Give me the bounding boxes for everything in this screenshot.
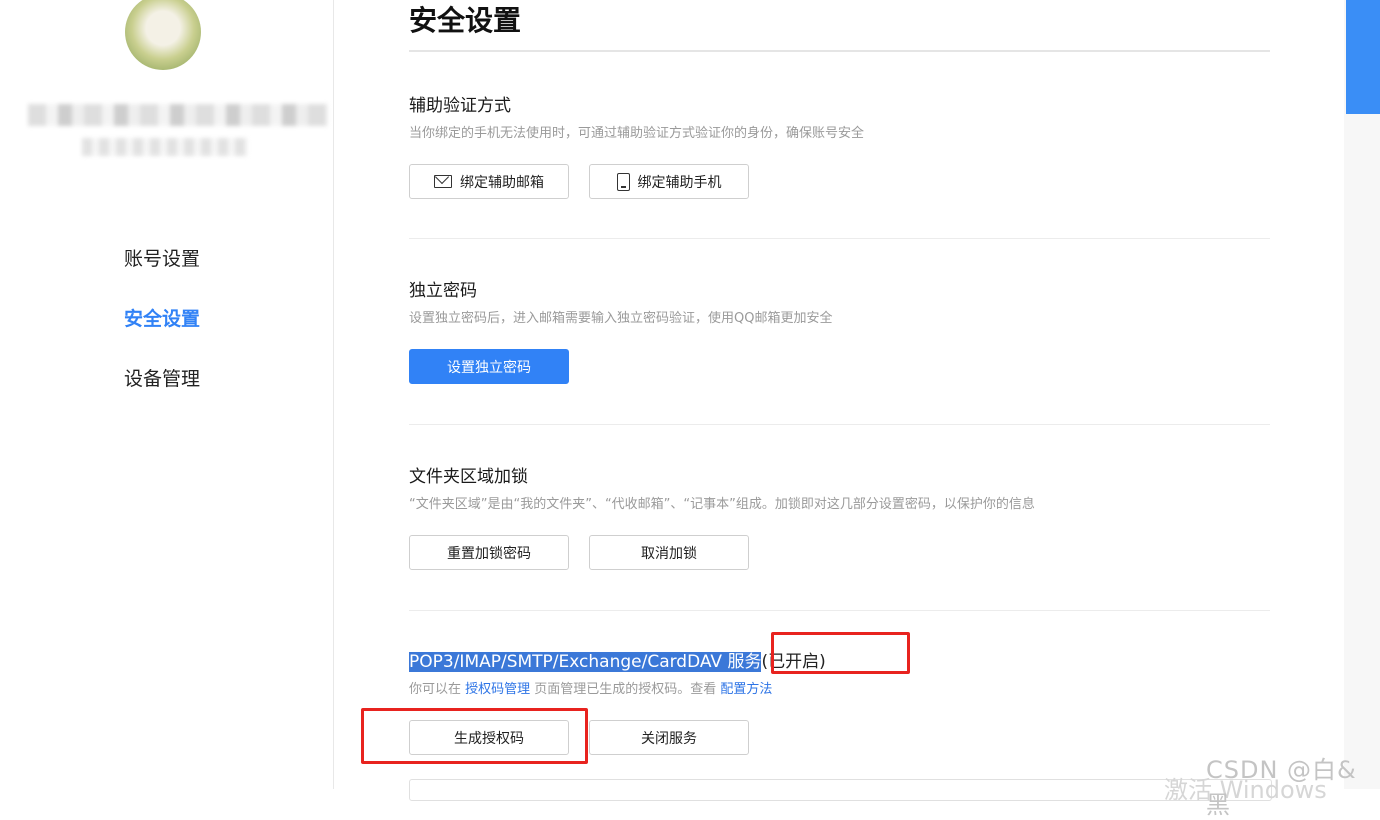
bind-aux-phone-button[interactable]: 绑定辅助手机	[589, 164, 749, 199]
desc-text: 页面管理已生成的授权码。查看	[530, 682, 721, 697]
section-aux-verification: 辅助验证方式 当你绑定的手机无法使用时，可通过辅助验证方式验证你的身份，确保账号…	[409, 52, 1270, 239]
section-title: 辅助验证方式	[409, 96, 511, 116]
section-independent-password: 独立密码 设置独立密码后，进入邮箱需要输入独立密码验证，使用QQ邮箱更加安全 设…	[409, 239, 1270, 425]
mail-icon	[434, 175, 452, 188]
phone-icon	[616, 172, 630, 191]
bind-aux-email-button[interactable]: 绑定辅助邮箱	[409, 164, 569, 199]
sidebar-item-security-settings[interactable]: 安全设置	[124, 304, 200, 364]
section-desc: 当你绑定的手机无法使用时，可通过辅助验证方式验证你的身份，确保账号安全	[409, 126, 865, 141]
auth-code-management-link[interactable]: 授权码管理	[465, 682, 530, 697]
button-label: 绑定辅助邮箱	[460, 174, 544, 191]
close-service-button[interactable]: 关闭服务	[589, 720, 749, 755]
sidebar: 账号设置 安全设置 设备管理	[0, 0, 334, 789]
sidebar-item-device-management[interactable]: 设备管理	[124, 364, 200, 424]
avatar[interactable]	[125, 0, 201, 70]
desc-text: 你可以在	[409, 682, 466, 697]
sidebar-item-account-settings[interactable]: 账号设置	[124, 244, 200, 304]
redacted-username	[28, 104, 328, 126]
annotation-box-generate	[361, 708, 588, 764]
service-name: POP3/IMAP/SMTP/Exchange/CardDAV 服务	[409, 652, 762, 672]
section-folder-lock: 文件夹区域加锁 “文件夹区域”是由“我的文件夹”、“代收邮箱”、“记事本”组成。…	[409, 425, 1270, 611]
cancel-lock-button[interactable]: 取消加锁	[589, 535, 749, 570]
section-desc: 设置独立密码后，进入邮箱需要输入独立密码验证，使用QQ邮箱更加安全	[409, 311, 833, 326]
set-independent-password-button[interactable]: 设置独立密码	[409, 349, 569, 384]
reset-lock-password-button[interactable]: 重置加锁密码	[409, 535, 569, 570]
redacted-email	[82, 138, 248, 156]
sidebar-nav: 账号设置 安全设置 设备管理	[124, 244, 200, 424]
csdn-watermark: CSDN @白&黑	[1206, 756, 1357, 819]
scrollbar-track[interactable]	[1344, 0, 1380, 789]
main-content: 安全设置 辅助验证方式 当你绑定的手机无法使用时，可通过辅助验证方式验证你的身份…	[409, 0, 1270, 811]
button-label: 绑定辅助手机	[637, 174, 722, 191]
annotation-box-status	[771, 632, 910, 674]
section-desc: “文件夹区域”是由“我的文件夹”、“代收邮箱”、“记事本”组成。加锁即对这几部分…	[409, 497, 1035, 512]
next-section-card	[409, 779, 1272, 801]
page-title: 安全设置	[409, 0, 1270, 52]
section-desc: 你可以在 授权码管理 页面管理已生成的授权码。查看 配置方法	[409, 681, 1270, 699]
section-title: 文件夹区域加锁	[409, 467, 528, 487]
config-method-link[interactable]: 配置方法	[720, 682, 772, 697]
scrollbar-thumb[interactable]	[1346, 0, 1380, 114]
section-title: 独立密码	[409, 281, 477, 301]
